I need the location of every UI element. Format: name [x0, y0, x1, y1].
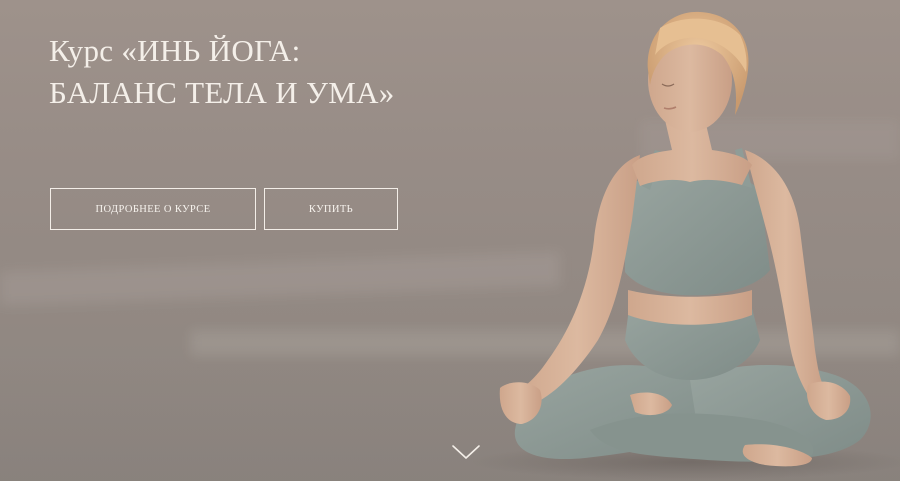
hero-title: Курс «ИНЬ ЙОГА: БАЛАНС ТЕЛА И УМА»	[49, 30, 395, 114]
hero-title-line-2: БАЛАНС ТЕЛА И УМА»	[49, 75, 395, 110]
course-details-button[interactable]: ПОДРОБНЕЕ О КУРСЕ	[50, 188, 256, 230]
hero-title-line-1: Курс «ИНЬ ЙОГА:	[49, 33, 301, 68]
chevron-down-icon[interactable]	[452, 444, 480, 460]
hero-section: Курс «ИНЬ ЙОГА: БАЛАНС ТЕЛА И УМА» ПОДРО…	[0, 0, 900, 481]
buy-button[interactable]: КУПИТЬ	[264, 188, 398, 230]
